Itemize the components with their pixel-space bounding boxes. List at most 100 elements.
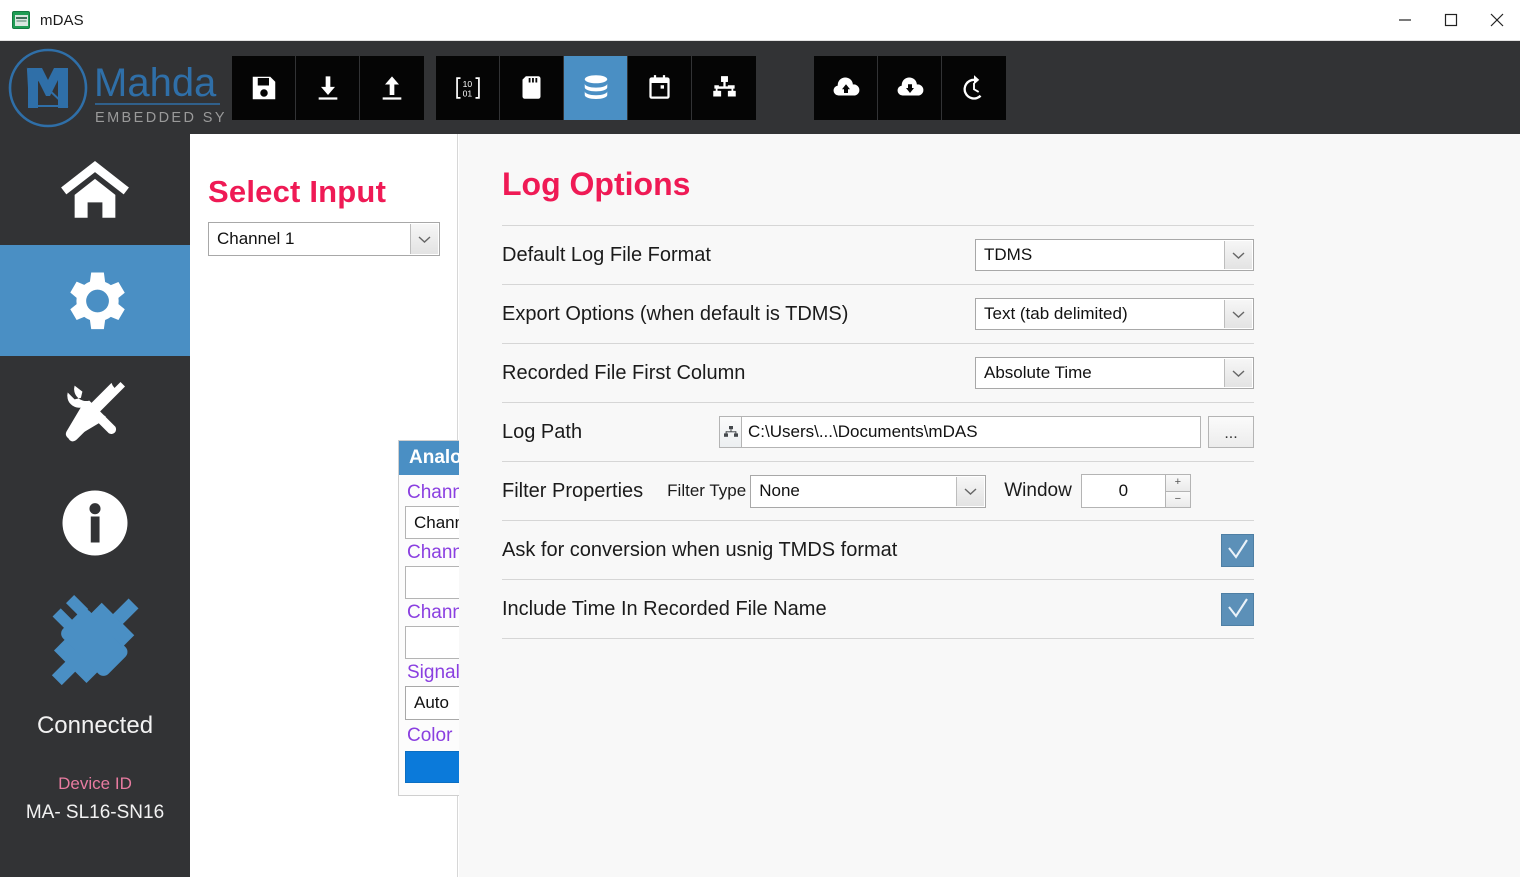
- svg-text:10: 10: [462, 78, 472, 88]
- upload-icon: [378, 74, 406, 102]
- chevron-down-icon: [956, 476, 985, 506]
- connection-status: Connected: [36, 712, 154, 739]
- filter-window-increment[interactable]: +: [1165, 474, 1191, 491]
- sitemap-button[interactable]: [692, 55, 756, 120]
- select-input-panel: Select Input Channel 1 Analog Setting Ch…: [190, 134, 634, 877]
- default-log-file-format-value: TDMS: [984, 245, 1033, 264]
- chevron-down-icon: [1224, 300, 1252, 328]
- history-button[interactable]: [942, 55, 1006, 120]
- info-icon: [55, 484, 135, 562]
- chevron-down-icon: [1224, 241, 1252, 269]
- recorded-file-first-column-label: Recorded File First Column: [502, 361, 746, 384]
- plug-connected-icon: [0, 578, 190, 706]
- signal-range-value: Auto: [414, 693, 449, 712]
- svg-text:01: 01: [462, 88, 472, 98]
- filter-type-label: Filter Type: [667, 481, 747, 500]
- sidebar-item-tools[interactable]: [0, 356, 190, 467]
- tools-icon: [55, 376, 135, 448]
- default-log-file-format-label: Default Log File Format: [502, 243, 711, 266]
- gear-icon: [55, 263, 135, 339]
- window-controls: [1382, 0, 1520, 41]
- check-icon: [1226, 539, 1250, 561]
- row-ask-for-conversion: Ask for conversion when usnig TMDS forma…: [502, 521, 1254, 579]
- sitemap-icon: [723, 426, 738, 438]
- save-button[interactable]: [232, 55, 296, 120]
- row-recorded-file-first-column: Recorded File First Column Absolute Time: [502, 344, 1254, 402]
- include-time-checkbox[interactable]: [1221, 592, 1254, 626]
- row-include-time: Include Time In Recorded File Name: [502, 580, 1254, 638]
- calendar-icon: [646, 74, 673, 101]
- application-window: mDAS Mahda EMBEDDED SYSTEMS: [0, 0, 1520, 877]
- export-options-value: Text (tab delimited): [984, 304, 1128, 323]
- database-button[interactable]: [564, 55, 628, 120]
- chevron-down-icon: [410, 224, 438, 254]
- device-id-label: Device ID: [58, 774, 132, 793]
- page-title-log-options: Log Options: [502, 166, 691, 202]
- check-icon: [1226, 598, 1250, 620]
- filter-window-stepper[interactable]: 0 + −: [1080, 474, 1191, 508]
- export-options-dropdown[interactable]: Text (tab delimited): [975, 298, 1254, 330]
- recorded-file-first-column-value: Absolute Time: [984, 363, 1092, 382]
- channel-select-value: Channel 1: [217, 229, 295, 248]
- mdas-app-icon: [12, 11, 30, 29]
- toolbar-group-data: 10 01: [436, 55, 756, 120]
- mahda-logo: Mahda EMBEDDED SYSTEMS: [0, 41, 226, 134]
- minimize-button[interactable]: [1382, 0, 1428, 41]
- filter-properties-label: Filter Properties: [502, 479, 644, 502]
- export-options-label: Export Options (when default is TDMS): [502, 302, 849, 325]
- sidebar-item-settings[interactable]: [0, 245, 190, 356]
- filter-type-value: None: [759, 481, 800, 500]
- toolbar-group-file: [232, 55, 424, 120]
- channel-select-dropdown[interactable]: Channel 1: [208, 222, 440, 256]
- sd-card-icon: [518, 74, 545, 101]
- cloud-download-icon: [895, 73, 925, 103]
- recorded-file-first-column-dropdown[interactable]: Absolute Time: [975, 357, 1254, 389]
- device-id-value: MA- SL16-SN16: [25, 802, 165, 823]
- history-icon: [960, 74, 988, 102]
- filter-window-value[interactable]: 0: [1080, 474, 1166, 508]
- log-path-network-button[interactable]: [719, 416, 742, 448]
- row-filter-properties: Filter Properties Filter Type None Windo…: [502, 462, 1254, 520]
- log-options-panel: Log Options Default Log File Format TDMS…: [459, 134, 1520, 877]
- svg-text:EMBEDDED SYSTEMS: EMBEDDED SYSTEMS: [95, 110, 224, 126]
- svg-text:Mahda: Mahda: [94, 61, 217, 105]
- row-log-path: Log Path C:\Users\...\Documents\mDAS ...: [502, 403, 1254, 461]
- close-button[interactable]: [1474, 0, 1520, 41]
- row-default-log-file-format: Default Log File Format TDMS: [502, 226, 1254, 284]
- title-bar: mDAS: [0, 0, 1520, 41]
- left-navigation: Connected Device ID MA- SL16-SN16: [0, 134, 190, 877]
- sitemap-icon: [711, 74, 738, 101]
- chevron-down-icon: [1224, 359, 1252, 387]
- maximize-button[interactable]: [1428, 0, 1474, 41]
- binary-icon: 10 01: [453, 73, 483, 103]
- sd-card-button[interactable]: [500, 55, 564, 120]
- binary-button[interactable]: 10 01: [436, 55, 500, 120]
- row-export-options: Export Options (when default is TDMS) Te…: [502, 285, 1254, 343]
- save-icon: [249, 73, 279, 103]
- divider: [502, 638, 1254, 639]
- calendar-button[interactable]: [628, 55, 692, 120]
- download-icon: [314, 74, 342, 102]
- ask-for-conversion-label: Ask for conversion when usnig TMDS forma…: [502, 538, 898, 561]
- main-toolbar: Mahda EMBEDDED SYSTEMS: [0, 41, 1520, 134]
- cloud-upload-button[interactable]: [814, 55, 878, 120]
- toolbar-group-cloud: [814, 55, 1006, 120]
- download-button[interactable]: [296, 55, 360, 120]
- page-title-select-input: Select Input: [208, 174, 387, 209]
- window-title: mDAS: [40, 11, 84, 29]
- cloud-download-button[interactable]: [878, 55, 942, 120]
- sidebar-item-home[interactable]: [0, 134, 190, 245]
- sidebar-item-info[interactable]: [0, 467, 190, 578]
- home-icon: [55, 153, 135, 227]
- cloud-upload-icon: [831, 73, 861, 103]
- default-log-file-format-dropdown[interactable]: TDMS: [975, 239, 1254, 271]
- ask-for-conversion-checkbox[interactable]: [1221, 533, 1254, 567]
- filter-type-dropdown[interactable]: None: [750, 474, 987, 508]
- log-path-input[interactable]: C:\Users\...\Documents\mDAS: [742, 416, 1201, 448]
- filter-window-label: Window: [1004, 480, 1072, 501]
- filter-window-decrement[interactable]: −: [1165, 490, 1191, 508]
- database-icon: [581, 73, 611, 103]
- include-time-label: Include Time In Recorded File Name: [502, 597, 827, 620]
- upload-button[interactable]: [360, 55, 424, 120]
- log-path-browse-button[interactable]: ...: [1208, 416, 1254, 448]
